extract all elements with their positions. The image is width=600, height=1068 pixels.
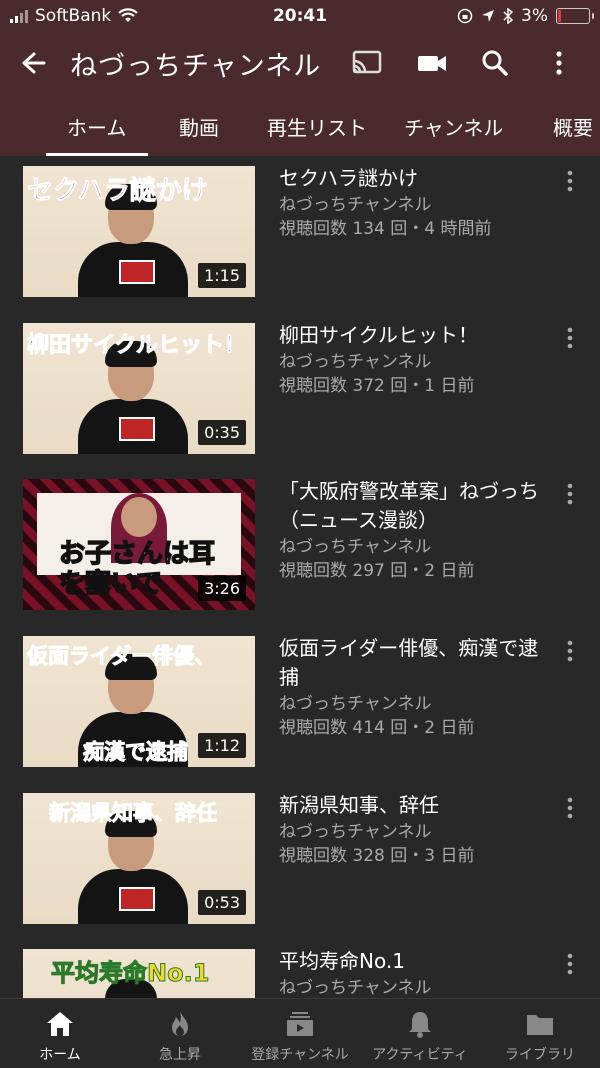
video-channel: ねづっちチャンネル	[279, 195, 432, 215]
folder-icon	[527, 1015, 553, 1035]
video-item[interactable]: 仮面ライダー俳優、 痴漢で逮捕 1:12 仮面ライダー俳優、痴漢で逮捕 ねづっち…	[0, 626, 600, 782]
subscriptions-icon	[287, 1012, 313, 1036]
tab-bar: ホーム 動画 再生リスト チャンネル 概要	[0, 100, 600, 156]
video-item[interactable]: 平均寿命No.1 平均寿命No.1 ねづっちチャンネル	[0, 939, 600, 998]
video-thumbnail[interactable]: 柳田サイクルヒット！ 0:35	[23, 323, 255, 454]
more-vert-icon[interactable]	[542, 46, 576, 80]
nav-trending[interactable]: 急上昇	[120, 999, 240, 1068]
trending-flame-icon	[172, 1011, 188, 1036]
video-duration: 0:53	[198, 890, 246, 915]
video-title[interactable]: 柳田サイクルヒット！	[279, 321, 549, 350]
video-camera-icon[interactable]	[415, 46, 449, 80]
video-duration: 1:15	[198, 263, 246, 288]
video-title[interactable]: 平均寿命No.1	[279, 947, 549, 976]
orientation-lock-icon	[457, 8, 473, 24]
video-thumbnail[interactable]: 平均寿命No.1	[23, 949, 255, 998]
nav-label: アクティビティ	[372, 1047, 468, 1063]
video-channel: ねづっちチャンネル	[279, 537, 432, 557]
channel-title: ねづっちチャンネル	[70, 51, 322, 82]
tab-videos[interactable]: 動画	[179, 112, 219, 141]
tab-playlists[interactable]: 再生リスト	[267, 112, 367, 141]
tab-about[interactable]: 概要	[553, 112, 593, 141]
nav-label: ライブラリ	[505, 1047, 575, 1063]
video-stats: 視聴回数 414 回・2 日前	[279, 718, 475, 738]
bottom-nav: ホーム 急上昇 登録チャンネル アクティビティ ライブラリ	[0, 998, 600, 1068]
video-title[interactable]: 新潟県知事、辞任	[279, 791, 549, 820]
thumbnail-caption: お子さんは耳を塞いで	[58, 538, 216, 600]
video-more-icon[interactable]	[560, 168, 580, 194]
thumbnail-caption: 柳田サイクルヒット！	[27, 333, 247, 359]
video-more-icon[interactable]	[560, 638, 580, 664]
video-duration: 1:12	[198, 733, 246, 758]
video-channel: ねづっちチャンネル	[279, 694, 432, 714]
video-title[interactable]: 仮面ライダー俳優、痴漢で逮捕	[279, 634, 549, 692]
app-bar: ねづっちチャンネル	[0, 36, 600, 88]
tab-home[interactable]: ホーム	[67, 112, 126, 141]
video-thumbnail[interactable]: セクハラ謎かけ 1:15	[23, 166, 255, 297]
video-channel: ねづっちチャンネル	[279, 978, 432, 998]
location-icon	[482, 10, 495, 22]
video-thumbnail[interactable]: 新潟県知事、辞任 0:53	[23, 793, 255, 924]
video-duration: 3:26	[198, 576, 246, 601]
header: SoftBank 20:41 3% ねづっちチャンネル ホーム 動画 再生リスト…	[0, 0, 600, 156]
video-item[interactable]: 柳田サイクルヒット！ 0:35 柳田サイクルヒット！ ねづっちチャンネル 視聴回…	[0, 313, 600, 469]
video-stats: 視聴回数 328 回・3 日前	[279, 846, 475, 866]
bell-icon	[409, 1012, 431, 1038]
video-thumbnail[interactable]: お子さんは耳を塞いで 3:26	[23, 479, 255, 610]
video-more-icon[interactable]	[560, 481, 580, 507]
thumbnail-caption: 新潟県知事、辞任	[49, 801, 218, 826]
status-bar: SoftBank 20:41 3%	[0, 0, 600, 32]
cast-icon[interactable]	[350, 46, 384, 80]
tab-channels[interactable]: チャンネル	[404, 112, 503, 141]
video-list: セクハラ謎かけ 1:15 セクハラ謎かけ ねづっちチャンネル 視聴回数 134 …	[0, 156, 600, 998]
video-stats: 視聴回数 372 回・1 日前	[279, 376, 475, 396]
nav-label: 急上昇	[159, 1047, 201, 1063]
battery-icon	[556, 8, 594, 24]
nav-library[interactable]: ライブラリ	[480, 999, 600, 1068]
video-stats: 視聴回数 134 回・4 時間前	[279, 219, 492, 239]
nav-subscriptions[interactable]: 登録チャンネル	[240, 999, 360, 1068]
video-channel: ねづっちチャンネル	[279, 352, 432, 372]
video-more-icon[interactable]	[560, 325, 580, 351]
battery-percent: 3%	[521, 6, 548, 26]
nav-label: 登録チャンネル	[251, 1047, 349, 1063]
video-duration: 0:35	[198, 420, 246, 445]
video-thumbnail[interactable]: 仮面ライダー俳優、 痴漢で逮捕 1:12	[23, 636, 255, 767]
video-stats: 視聴回数 297 回・2 日前	[279, 561, 475, 581]
video-item[interactable]: お子さんは耳を塞いで 3:26 「大阪府警改革案」ねづっち（ニュース漫談） ねづ…	[0, 469, 600, 625]
video-channel: ねづっちチャンネル	[279, 822, 432, 842]
video-title[interactable]: セクハラ謎かけ	[279, 164, 549, 193]
nav-activity[interactable]: アクティビティ	[360, 999, 480, 1068]
search-icon[interactable]	[478, 46, 512, 80]
back-arrow-icon[interactable]	[18, 48, 48, 78]
video-item[interactable]: 新潟県知事、辞任 0:53 新潟県知事、辞任 ねづっちチャンネル 視聴回数 32…	[0, 783, 600, 939]
video-more-icon[interactable]	[560, 951, 580, 977]
nav-home[interactable]: ホーム	[0, 999, 120, 1068]
video-more-icon[interactable]	[560, 795, 580, 821]
home-icon	[47, 1012, 73, 1036]
thumbnail-caption: 平均寿命No.1	[51, 959, 210, 988]
thumbnail-caption: 仮面ライダー俳優、	[27, 644, 216, 669]
nav-label: ホーム	[39, 1047, 81, 1063]
video-item[interactable]: セクハラ謎かけ 1:15 セクハラ謎かけ ねづっちチャンネル 視聴回数 134 …	[0, 156, 600, 312]
bluetooth-icon	[503, 8, 514, 24]
thumbnail-caption: セクハラ謎かけ	[27, 176, 209, 207]
video-title[interactable]: 「大阪府警改革案」ねづっち（ニュース漫談）	[279, 477, 549, 535]
